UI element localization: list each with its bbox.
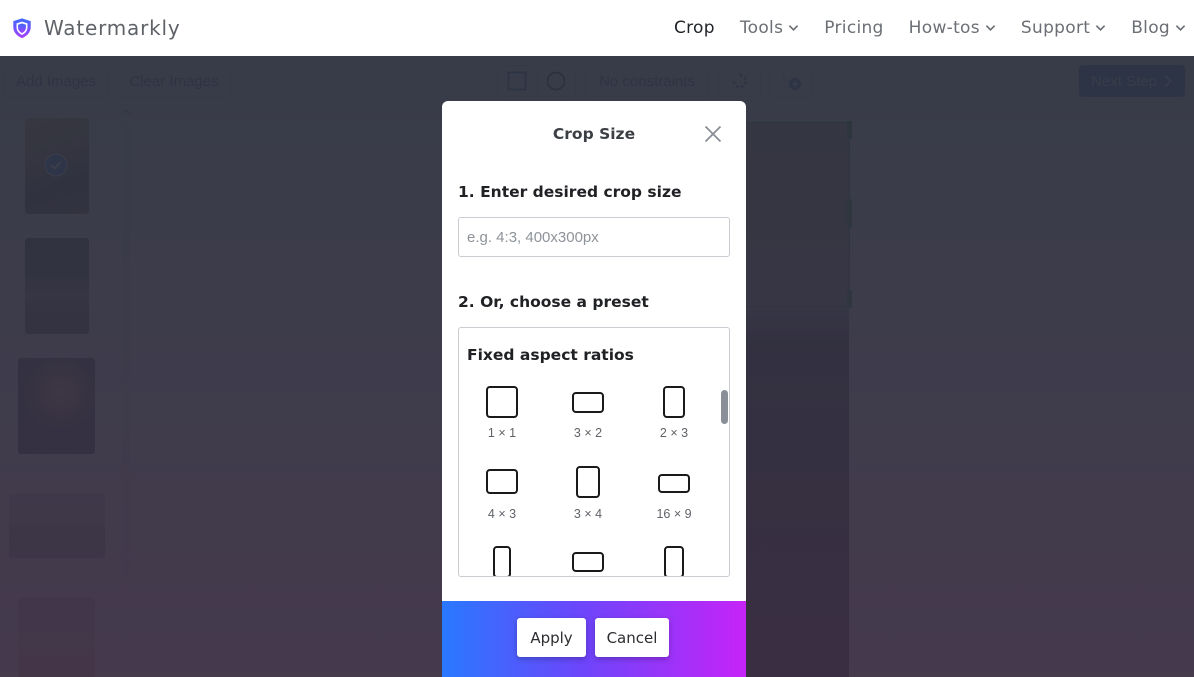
modal-footer: Apply Cancel — [442, 601, 746, 677]
preset-label: 2 × 3 — [659, 426, 689, 440]
nav-label: Blog — [1131, 18, 1170, 38]
preset-1x1[interactable]: 1 × 1 — [459, 386, 545, 446]
preset-4x3[interactable]: 4 × 3 — [459, 469, 545, 526]
modal-title: Crop Size — [552, 125, 636, 143]
preset-scrollbar[interactable] — [721, 390, 728, 424]
chevron-down-icon — [789, 25, 799, 32]
preset-2x3[interactable]: 2 × 3 — [631, 386, 717, 446]
top-navbar: Watermarkly Crop Tools Pricing How-tos S… — [0, 0, 1194, 56]
ratio-portrait-icon — [664, 546, 684, 576]
crop-size-modal: Crop Size 1. Enter desired crop size 2. … — [442, 101, 746, 677]
preset-row3-3[interactable] — [631, 546, 717, 576]
preset-list: Fixed aspect ratios 1 × 1 3 × 2 2 × 3 4 … — [458, 327, 730, 577]
preset-3x2[interactable]: 3 × 2 — [545, 392, 631, 446]
nav-support[interactable]: Support — [1021, 18, 1106, 38]
nav-how-tos[interactable]: How-tos — [909, 18, 996, 38]
ratio-4x3-icon — [486, 469, 518, 494]
preset-label: 16 × 9 — [656, 507, 692, 521]
brand-name: Watermarkly — [44, 16, 181, 40]
nav-label: Crop — [673, 18, 715, 38]
brand-logo[interactable]: Watermarkly — [11, 16, 181, 40]
ratio-2x3-icon — [663, 386, 685, 418]
preset-label: 4 × 3 — [487, 507, 517, 521]
preset-label: 3 × 4 — [573, 507, 603, 521]
preset-row3-1[interactable] — [459, 546, 545, 576]
step-1-label: 1. Enter desired crop size — [458, 183, 682, 201]
ratio-landscape-icon — [572, 552, 604, 572]
cancel-button[interactable]: Cancel — [595, 618, 669, 657]
ratio-3x4-icon — [576, 466, 600, 498]
step-2-label: 2. Or, choose a preset — [458, 293, 649, 311]
chevron-down-icon — [1096, 25, 1106, 32]
crop-size-input[interactable] — [458, 217, 730, 257]
nav-pricing[interactable]: Pricing — [824, 18, 883, 38]
chevron-down-icon — [1175, 25, 1186, 32]
preset-label: 1 × 1 — [487, 426, 517, 440]
preset-heading: Fixed aspect ratios — [467, 346, 634, 364]
preset-16x9[interactable]: 16 × 9 — [631, 474, 717, 526]
preset-3x4[interactable]: 3 × 4 — [545, 466, 631, 526]
nav-tools[interactable]: Tools — [740, 18, 799, 38]
preset-row3-2[interactable] — [545, 552, 631, 576]
nav-label: Support — [1020, 18, 1091, 38]
nav-label: Tools — [739, 18, 784, 38]
ratio-3x2-icon — [572, 392, 604, 413]
preset-label: 3 × 2 — [573, 426, 603, 440]
apply-button[interactable]: Apply — [517, 618, 586, 657]
close-icon[interactable] — [704, 125, 722, 143]
shield-logo-icon — [13, 18, 31, 39]
nav-blog[interactable]: Blog — [1131, 18, 1186, 38]
nav-crop[interactable]: Crop — [674, 18, 715, 38]
ratio-1x1-icon — [486, 386, 518, 418]
chevron-down-icon — [985, 25, 996, 32]
ratio-16x9-icon — [658, 474, 690, 493]
main-nav: Crop Tools Pricing How-tos Support Blog — [674, 0, 1194, 56]
ratio-portrait-icon — [493, 546, 511, 576]
nav-label: Pricing — [824, 18, 884, 38]
nav-label: How-tos — [908, 18, 980, 38]
